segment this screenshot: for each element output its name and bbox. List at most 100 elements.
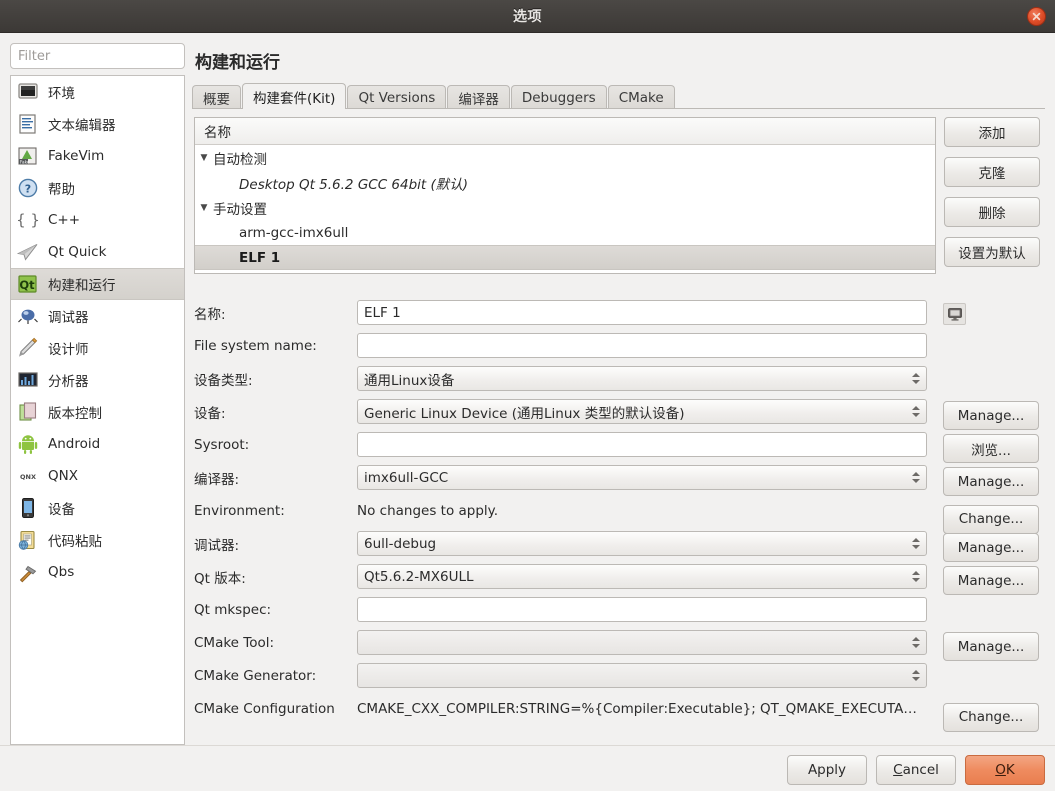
cmake-tool-manage-button[interactable]: Manage... <box>943 632 1039 661</box>
compiler-manage-button[interactable]: Manage... <box>943 467 1039 496</box>
sysroot-label: Sysroot: <box>194 436 250 453</box>
debugger-bug-icon <box>17 305 39 327</box>
code-paste-icon <box>17 529 39 551</box>
sidebar-item-2[interactable]: 文本编辑器 <box>11 108 184 140</box>
clone-kit-button[interactable]: 克隆 <box>944 157 1040 187</box>
monitor-icon[interactable] <box>943 303 966 325</box>
tab-1[interactable]: 概要 <box>192 85 241 109</box>
svg-text:?: ? <box>25 182 31 195</box>
search-input[interactable] <box>10 43 185 69</box>
device-manage-button[interactable]: Manage... <box>943 401 1039 430</box>
sysroot-input[interactable] <box>357 432 927 457</box>
sidebar-item-label: 文本编辑器 <box>48 118 116 134</box>
make-default-kit-button[interactable]: 设置为默认 <box>944 237 1040 267</box>
qnx-icon-glyph: QNX <box>20 473 36 481</box>
debugger-label: 调试器: <box>194 537 240 554</box>
sidebar-item-15[interactable]: 代码粘贴 <box>11 524 184 556</box>
braces-icon: { } <box>16 209 40 231</box>
tab-5[interactable]: Debuggers <box>510 85 607 109</box>
chevron-down-icon[interactable]: ▼ <box>195 153 213 163</box>
sidebar-item-label: 帮助 <box>48 182 75 198</box>
kit-actions[interactable]: 添加克隆删除设置为默认 <box>944 117 1040 277</box>
tab-3[interactable]: Qt Versions <box>347 85 447 109</box>
chevron-down-icon[interactable]: ▼ <box>195 203 213 213</box>
apply-button[interactable]: Apply <box>787 755 867 785</box>
debugger-value: 6ull-debug <box>364 535 437 552</box>
tab-bar[interactable]: 概要 构建套件(Kit) Qt Versions 编译器 Debuggers CMake <box>192 83 1045 109</box>
sidebar-item-5[interactable]: { } C++ <box>11 204 184 236</box>
qbs-hammer-icon <box>17 561 39 583</box>
device-type-select[interactable]: 通用Linux设备 <box>357 366 927 391</box>
kit-tree[interactable]: 名称 ▼ 自动检测 Desktop Qt 5.6.2 GCC 64bit (默认) ▼… <box>194 117 936 274</box>
device-select[interactable]: Generic Linux Device (通用Linux 类型的默认设备) <box>357 399 927 424</box>
text-editor-icon-glyph <box>19 114 36 134</box>
sidebar-item-4[interactable]: ? 帮助 <box>11 172 184 204</box>
tab-4[interactable]: 编译器 <box>447 85 510 109</box>
debugger-manage-button[interactable]: Manage... <box>943 533 1039 562</box>
sidebar-item-6[interactable]: Qt Quick <box>11 236 184 268</box>
tab-2[interactable]: 构建套件(Kit) <box>242 83 347 109</box>
environment-value: No changes to apply. <box>357 502 499 519</box>
sidebar-item-16[interactable]: Qbs <box>11 556 184 588</box>
sidebar-item-13[interactable]: QNX QNX <box>11 460 184 492</box>
file-system-name-input[interactable] <box>357 333 927 358</box>
close-icon[interactable] <box>1027 7 1046 26</box>
sidebar-item-8[interactable]: 调试器 <box>11 300 184 332</box>
tree-row[interactable]: ▼ 手动设置 <box>195 195 935 220</box>
cmake-configuration-value: CMAKE_CXX_COMPILER:STRING=%{Compiler:Exe… <box>357 700 917 717</box>
category-list[interactable]: 环境文本编辑器 Fake FakeVim? 帮助 { } C++ Qt Quick Qt 构建和… <box>10 75 185 745</box>
tree-row[interactable]: Desktop Qt 5.6.2 GCC 64bit (默认) <box>195 170 935 195</box>
sidebar-item-1[interactable]: 环境 <box>11 76 184 108</box>
chevron-updown-icon <box>912 664 920 687</box>
footer-divider <box>0 745 1055 746</box>
remove-kit-button[interactable]: 删除 <box>944 197 1040 227</box>
qt-version-select[interactable]: Qt5.6.2-MX6ULL <box>357 564 927 589</box>
tab-label: Debuggers <box>521 89 596 106</box>
qt-version-manage-button[interactable]: Manage... <box>943 566 1039 595</box>
cancel-button[interactable]: Cancel <box>876 755 956 785</box>
debugger-select[interactable]: 6ull-debug <box>357 531 927 556</box>
sidebar-item-label: 设备 <box>48 502 75 518</box>
tree-row[interactable]: arm-gcc-imx6ull <box>195 220 935 245</box>
cancel-rest: ancel <box>902 762 939 778</box>
cmake-generator-select[interactable] <box>357 663 927 688</box>
qt-build-run-icon: Qt <box>17 273 39 295</box>
options-sidebar: 环境文本编辑器 Fake FakeVim? 帮助 { } C++ Qt Quick Qt 构建和… <box>10 43 185 745</box>
tab-label: 概要 <box>203 91 230 108</box>
add-kit-button[interactable]: 添加 <box>944 117 1040 147</box>
name-label: 名称: <box>194 306 226 323</box>
designer-pen-icon <box>17 337 39 359</box>
ok-button[interactable]: OK <box>965 755 1045 785</box>
cmake-generator-label: CMake Generator: <box>194 667 317 684</box>
cmake-tool-select[interactable] <box>357 630 927 655</box>
compiler-select[interactable]: imx6ull-GCC <box>357 465 927 490</box>
qt-mkspec-input[interactable] <box>357 597 927 622</box>
tree-row-label: 手动设置 <box>213 201 267 218</box>
chevron-updown-icon <box>912 367 920 390</box>
window-title: 选项 <box>513 9 542 25</box>
android-icon-glyph <box>18 435 38 454</box>
tree-row-label: arm-gcc-imx6ull <box>239 224 349 241</box>
sidebar-item-12[interactable]: Android <box>11 428 184 460</box>
sidebar-item-10[interactable]: 分析器 <box>11 364 184 396</box>
tab-6[interactable]: CMake <box>607 85 675 109</box>
android-icon <box>17 433 39 455</box>
file-system-name-label: File system name: <box>194 337 317 354</box>
sidebar-item-7[interactable]: Qt 构建和运行 <box>11 268 184 300</box>
tree-rows[interactable]: ▼ 自动检测 Desktop Qt 5.6.2 GCC 64bit (默认) ▼ 手动设… <box>195 145 935 270</box>
sidebar-item-label: 代码粘贴 <box>48 534 102 550</box>
name-input[interactable] <box>357 300 927 325</box>
sidebar-item-11[interactable]: 版本控制 <box>11 396 184 428</box>
sidebar-item-14[interactable]: 设备 <box>11 492 184 524</box>
svg-text:{ }: { } <box>17 211 39 229</box>
device-phone-icon-glyph <box>22 498 34 518</box>
tree-row[interactable]: ELF 1 <box>195 245 935 270</box>
cmake-configuration-change-button[interactable]: Change... <box>943 702 1039 732</box>
chevron-updown-icon <box>912 466 920 489</box>
sidebar-item-9[interactable]: 设计师 <box>11 332 184 364</box>
sidebar-item-3[interactable]: Fake FakeVim <box>11 140 184 172</box>
monitor-glyph <box>947 307 962 321</box>
analyzer-icon <box>17 369 39 391</box>
sysroot-browse-button[interactable]: 浏览... <box>943 434 1039 463</box>
tree-row[interactable]: ▼ 自动检测 <box>195 145 935 170</box>
